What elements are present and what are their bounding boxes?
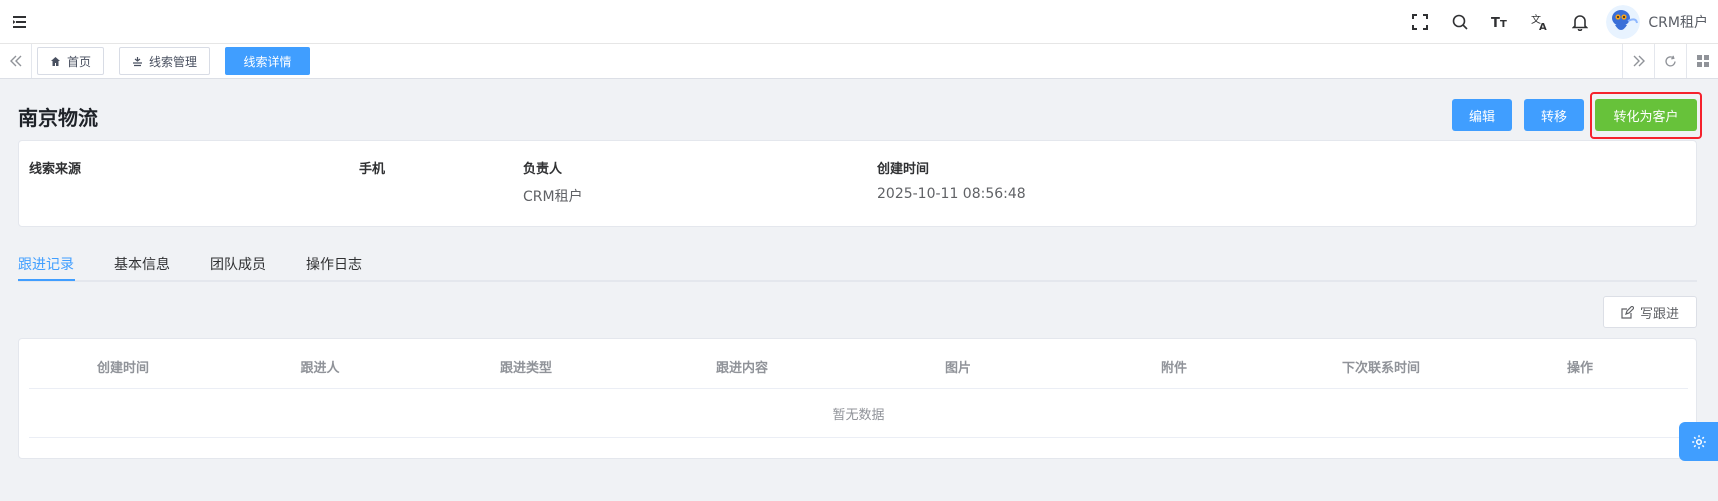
home-icon (50, 56, 61, 67)
transfer-button[interactable]: 转移 (1524, 99, 1584, 131)
page-title: 南京物流 (18, 106, 98, 130)
tab-operation-log[interactable]: 操作日志 (306, 254, 362, 274)
scroll-left-icon[interactable] (0, 44, 32, 78)
empty-state: 暂无数据 (29, 389, 1688, 438)
tag-home[interactable]: 首页 (37, 47, 105, 75)
phone-label: 手机 (359, 162, 386, 177)
hamburger-menu-icon[interactable] (10, 12, 30, 32)
svg-text:T: T (1500, 19, 1507, 30)
clue-info-card: 线索来源 手机 负责人 CRM租户 创建时间 2025-10-11 08:56:… (18, 140, 1697, 227)
search-icon[interactable] (1440, 0, 1480, 44)
edit-button[interactable]: 编辑 (1452, 99, 1512, 131)
tag-label: 首页 (67, 54, 92, 69)
tab-team-members[interactable]: 团队成员 (210, 254, 266, 274)
owner-label: 负责人 (523, 162, 563, 177)
settings-fab[interactable] (1679, 422, 1718, 461)
column-header: 下次联系时间 (1341, 361, 1421, 376)
column-header: 跟进类型 (499, 361, 553, 376)
detail-tabs: 跟进记录 基本信息 团队成员 操作日志 (18, 250, 1697, 282)
bell-icon[interactable] (1560, 0, 1600, 44)
followup-table: 创建时间 跟进人 跟进类型 跟进内容 图片 附件 下次联系时间 操作 暂无数据 (18, 338, 1697, 459)
scroll-right-icon[interactable] (1622, 44, 1654, 78)
tab-followup-records[interactable]: 跟进记录 (18, 254, 74, 274)
source-label: 线索来源 (29, 162, 82, 177)
tags-actions (1622, 44, 1718, 78)
write-followup-label: 写跟进 (1639, 306, 1679, 322)
column-header: 附件 (1160, 361, 1188, 376)
svg-text:A: A (1539, 22, 1547, 31)
top-navbar: T T 文 A CRM租户 (0, 0, 1718, 44)
clue-icon (132, 56, 143, 67)
created-time-label: 创建时间 (877, 162, 930, 177)
column-header: 操作 (1566, 361, 1594, 376)
column-header: 图片 (944, 361, 972, 376)
username: CRM租户 (1648, 15, 1708, 31)
column-header: 跟进人 (300, 361, 340, 376)
tags-view: 首页 线索管理 线索详情 (0, 44, 1718, 79)
write-followup-button[interactable]: 写跟进 (1603, 296, 1697, 328)
owner-value: CRM租户 (523, 189, 583, 205)
refresh-icon[interactable] (1654, 44, 1686, 78)
gear-icon (1691, 434, 1706, 449)
navbar-actions: T T 文 A CRM租户 (1400, 0, 1708, 44)
tag-clue-management[interactable]: 线索管理 (119, 47, 211, 75)
grid-menu-icon[interactable] (1686, 44, 1718, 78)
tag-label: 线索详情 (243, 54, 292, 69)
column-header: 跟进内容 (715, 361, 769, 376)
tag-label: 线索管理 (149, 54, 198, 69)
font-size-icon[interactable]: T T (1480, 0, 1520, 44)
active-tab-indicator (18, 279, 75, 281)
tab-basic-info[interactable]: 基本信息 (114, 254, 170, 274)
translate-icon[interactable]: 文 A (1520, 0, 1560, 44)
fullscreen-icon[interactable] (1400, 0, 1440, 44)
tag-clue-detail[interactable]: 线索详情 (225, 47, 310, 75)
table-header: 创建时间 跟进人 跟进类型 跟进内容 图片 附件 下次联系时间 操作 (29, 339, 1688, 389)
column-header: 创建时间 (96, 361, 150, 376)
avatar (1606, 5, 1641, 39)
created-time-value: 2025-10-11 08:56:48 (877, 186, 1026, 202)
edit-icon (1621, 305, 1634, 319)
convert-to-customer-button[interactable]: 转化为客户 (1595, 99, 1697, 131)
user-menu[interactable]: CRM租户 (1606, 5, 1708, 39)
svg-text:T: T (1491, 16, 1500, 30)
